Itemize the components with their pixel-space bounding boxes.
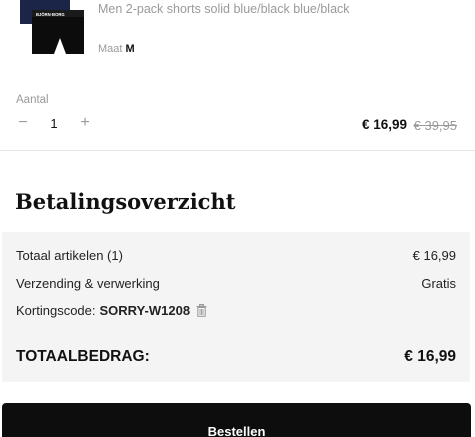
summary-title: Betalingsoverzicht <box>15 189 236 214</box>
product-name[interactable]: Men 2-pack shorts solid blue/black blue/… <box>98 2 350 16</box>
product-size: Maat M <box>98 43 135 55</box>
total-value: € 16,99 <box>404 348 456 365</box>
payment-summary: Totaal artikelen (1) € 16,99 Verzending … <box>2 232 470 382</box>
items-label: Totaal artikelen (1) <box>16 248 123 263</box>
summary-row-shipping: Verzending & verwerking Gratis <box>16 276 456 291</box>
increase-quantity-button[interactable]: + <box>78 114 92 132</box>
discount-code: SORRY-W1208 <box>99 303 191 318</box>
shipping-value: Gratis <box>421 276 456 291</box>
cart-item: BJÖRN·BORG Men 2-pack shorts solid blue/… <box>0 0 475 150</box>
trash-icon[interactable] <box>196 304 207 317</box>
current-price: € 16,99 <box>361 117 407 132</box>
discount-label: Kortingscode: <box>16 303 96 318</box>
svg-text:BJÖRN·BORG: BJÖRN·BORG <box>36 12 65 17</box>
summary-row-discount: Kortingscode: SORRY-W1208 <box>16 303 456 318</box>
decrease-quantity-button[interactable]: − <box>16 114 30 132</box>
summary-row-total: TOTAALBEDRAG: € 16,99 <box>16 348 456 366</box>
size-label: Maat <box>98 43 123 55</box>
items-value: € 16,99 <box>412 248 456 263</box>
total-label: TOTAALBEDRAG: <box>16 348 150 365</box>
summary-row-items: Totaal artikelen (1) € 16,99 <box>16 248 456 263</box>
discount-info: Kortingscode: SORRY-W1208 <box>16 303 207 318</box>
original-price: € 39,95 <box>413 118 457 133</box>
divider <box>0 150 475 151</box>
order-button[interactable]: Bestellen <box>2 403 471 437</box>
quantity-stepper: − 1 + <box>16 114 92 132</box>
quantity-value: 1 <box>50 115 58 131</box>
size-value: M <box>125 43 135 55</box>
shipping-label: Verzending & verwerking <box>16 276 160 291</box>
quantity-label: Aantal <box>16 94 49 106</box>
product-image[interactable]: BJÖRN·BORG <box>14 0 86 66</box>
